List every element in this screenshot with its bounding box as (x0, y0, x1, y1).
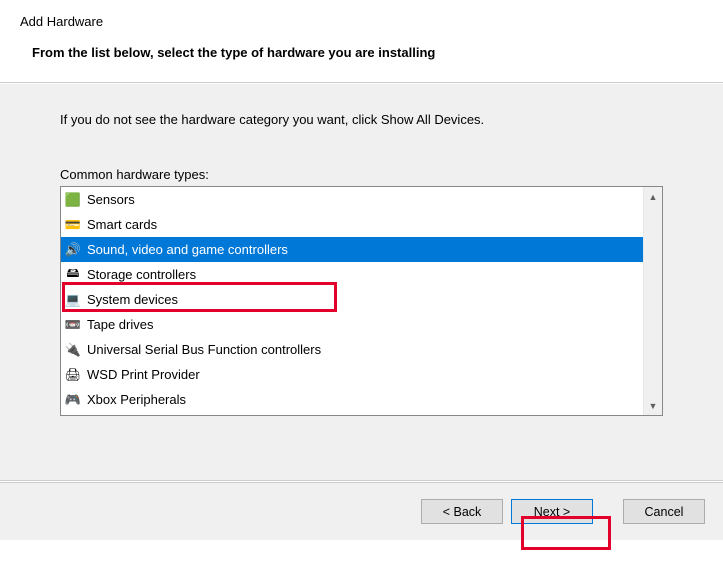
list-item[interactable]: 💳 Smart cards (61, 212, 643, 237)
list-item-label: System devices (87, 292, 178, 307)
list-item[interactable]: 🔊 Sound, video and game controllers (61, 237, 643, 262)
usb-icon: 🔌 (65, 342, 81, 358)
xbox-icon: 🎮 (65, 392, 81, 408)
list-item[interactable]: 🎮 Xbox Peripherals (61, 387, 643, 412)
list-item[interactable]: 🔌 Universal Serial Bus Function controlle… (61, 337, 643, 362)
sensors-icon: 🟩 (65, 192, 81, 208)
list-item-label: Sound, video and game controllers (87, 242, 288, 257)
window-title: Add Hardware (20, 14, 703, 29)
list-item-label: Universal Serial Bus Function controller… (87, 342, 321, 357)
list-item[interactable]: 🟩 Sensors (61, 187, 643, 212)
list-item-label: Xbox Peripherals (87, 392, 186, 407)
window-subtitle: From the list below, select the type of … (20, 45, 703, 82)
smart-cards-icon: 💳 (65, 217, 81, 233)
system-icon: 💻 (65, 292, 81, 308)
wsd-print-icon: 🖨 (65, 367, 81, 383)
list-item-label: Storage controllers (87, 267, 196, 282)
list-item[interactable]: 💻 System devices (61, 287, 643, 312)
storage-icon: 🖴 (65, 267, 81, 283)
list-item-label: Tape drives (87, 317, 153, 332)
list-item-label: Smart cards (87, 217, 157, 232)
instruction-text: If you do not see the hardware category … (60, 112, 663, 127)
scrollbar[interactable]: ▲ ▼ (643, 187, 662, 415)
list-item[interactable]: 🖴 Storage controllers (61, 262, 643, 287)
footer: < Back Next > Cancel (0, 482, 723, 540)
back-button[interactable]: < Back (421, 499, 503, 524)
list-item-label: Sensors (87, 192, 135, 207)
scroll-down-icon[interactable]: ▼ (644, 396, 662, 415)
hardware-types-listbox[interactable]: 🟩 Sensors 💳 Smart cards 🔊 Sound, video and ga… (60, 186, 663, 416)
list-item[interactable]: 🖨 WSD Print Provider (61, 362, 643, 387)
sound-icon: 🔊 (65, 242, 81, 258)
scroll-up-icon[interactable]: ▲ (644, 187, 662, 206)
list-label: Common hardware types: (60, 167, 663, 182)
tape-icon: 📼 (65, 317, 81, 333)
content-area: If you do not see the hardware category … (0, 84, 723, 480)
list-item-label: WSD Print Provider (87, 367, 200, 382)
list-item[interactable]: 📼 Tape drives (61, 312, 643, 337)
next-button[interactable]: Next > (511, 499, 593, 524)
cancel-button[interactable]: Cancel (623, 499, 705, 524)
